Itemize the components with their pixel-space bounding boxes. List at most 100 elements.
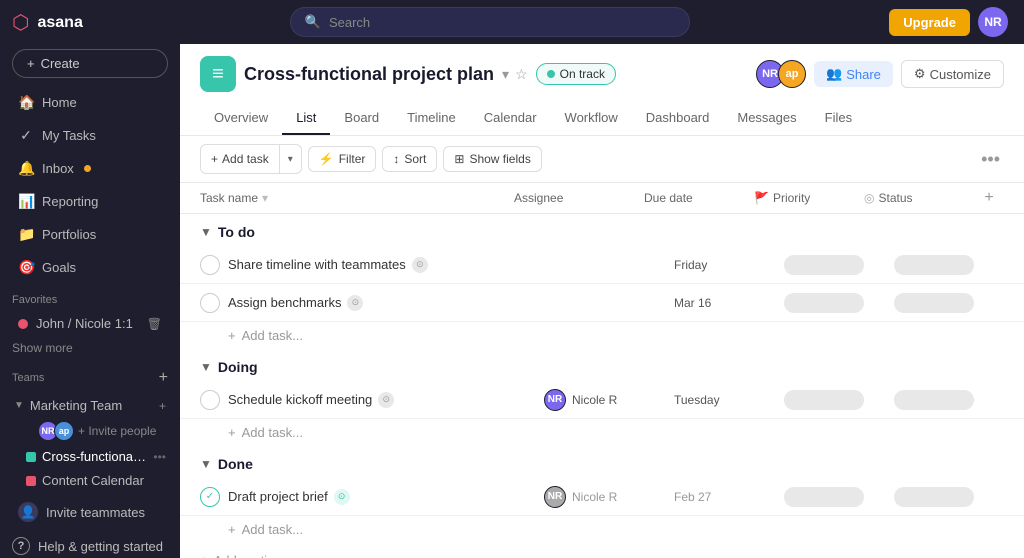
section-doing-header[interactable]: ▼ Doing	[180, 349, 1024, 381]
add-task-inline-todo[interactable]: + Add task...	[180, 322, 1024, 349]
column-headers: Task name ▾ Assignee Due date 🚩 Priority…	[180, 183, 1024, 214]
sidebar-item-home[interactable]: 🏠 Home	[6, 87, 174, 118]
col-sort-icon[interactable]: ▾	[262, 191, 268, 205]
tab-overview[interactable]: Overview	[200, 102, 282, 135]
task-name: Schedule kickoff meeting	[228, 392, 372, 407]
tab-list[interactable]: List	[282, 102, 330, 135]
star-icon[interactable]: ☆	[515, 66, 528, 83]
sidebar-item-reporting[interactable]: 📊 Reporting	[6, 186, 174, 217]
invite-teammates-item[interactable]: 👤 Invite teammates	[6, 496, 174, 528]
section-todo-title: To do	[218, 224, 255, 240]
sidebar-item-inbox[interactable]: 🔔 Inbox	[6, 153, 174, 184]
add-task-inline-done[interactable]: + Add task...	[180, 516, 1024, 543]
upgrade-button[interactable]: Upgrade	[889, 9, 970, 36]
project-item-content-calendar[interactable]: Content Calendar	[6, 469, 174, 492]
task-checkbox[interactable]	[200, 293, 220, 313]
tab-board[interactable]: Board	[330, 102, 393, 135]
avatar-ap: ap	[54, 421, 74, 441]
section-done-title: Done	[218, 456, 253, 472]
tab-files[interactable]: Files	[811, 102, 866, 135]
task-status	[894, 390, 1004, 410]
show-more-button[interactable]: Show more	[0, 337, 180, 359]
task-checkbox-done[interactable]: ✓	[200, 487, 220, 507]
chevron-down-icon: ▼	[200, 225, 212, 239]
project-title-icons: ▾ ☆	[502, 66, 528, 83]
task-name: Draft project brief	[228, 489, 328, 504]
on-track-badge[interactable]: On track	[536, 63, 616, 85]
show-fields-button[interactable]: ⊞ Show fields	[443, 146, 541, 172]
filter-button[interactable]: ⚡ Filter	[308, 146, 377, 172]
task-priority	[784, 255, 894, 275]
task-row[interactable]: Assign benchmarks ⊙ Mar 16	[180, 284, 1024, 322]
sidebar-item-john-nicole[interactable]: John / Nicole 1:1 🗑	[6, 311, 174, 336]
tab-timeline[interactable]: Timeline	[393, 102, 470, 135]
dropdown-icon[interactable]: ▾	[502, 66, 509, 83]
teams-label: Teams +	[0, 359, 180, 391]
create-button[interactable]: + Create	[12, 49, 168, 78]
add-task-inline-doing[interactable]: + Add task...	[180, 419, 1024, 446]
help-icon: ?	[12, 537, 30, 555]
task-area: Task name ▾ Assignee Due date 🚩 Priority…	[180, 183, 1024, 558]
sidebar-item-goals[interactable]: 🎯 Goals	[6, 252, 174, 283]
add-column-button[interactable]: +	[974, 189, 1004, 207]
task-checkbox[interactable]	[200, 255, 220, 275]
plus-icon: +	[228, 522, 236, 537]
chevron-down-icon: ▼	[200, 360, 212, 374]
add-task-main-button[interactable]: + Add task	[201, 147, 279, 171]
asana-logo-text: asana	[37, 14, 82, 32]
project-members: NR ap	[756, 60, 806, 88]
project-header-right: NR ap 👥 Share ⚙ Customize	[756, 60, 1004, 88]
add-project-icon[interactable]: +	[159, 399, 166, 413]
section-done-header[interactable]: ▼ Done	[180, 446, 1024, 478]
task-row[interactable]: ✓ Draft project brief ⊙ NR Nicole R Feb …	[180, 478, 1024, 516]
section-todo-header[interactable]: ▼ To do	[180, 214, 1024, 246]
trash-icon[interactable]: 🗑	[147, 317, 162, 331]
tab-calendar[interactable]: Calendar	[470, 102, 551, 135]
tab-workflow[interactable]: Workflow	[551, 102, 632, 135]
plus-icon: +	[200, 553, 208, 558]
customize-button[interactable]: ⚙ Customize	[901, 60, 1004, 88]
topbar-right: Upgrade NR	[889, 7, 1008, 37]
more-options-button[interactable]: •••	[977, 149, 1004, 170]
task-row[interactable]: Share timeline with teammates ⊙ Friday	[180, 246, 1024, 284]
chart-icon: 📊	[18, 193, 34, 210]
add-team-button[interactable]: +	[159, 369, 168, 387]
marketing-team-row[interactable]: ▼ Marketing Team +	[6, 393, 174, 418]
add-task-dropdown-button[interactable]: ▾	[280, 149, 301, 170]
project-dot-teal	[26, 452, 36, 462]
priority-pill	[784, 487, 864, 507]
sidebar-item-portfolios[interactable]: 📁 Portfolios	[6, 219, 174, 250]
task-name: Share timeline with teammates	[228, 257, 406, 272]
favorite-dot	[18, 319, 28, 329]
project-tabs: Overview List Board Timeline Calendar Wo…	[200, 102, 1004, 135]
check-icon: ✓	[18, 127, 34, 144]
add-section-button[interactable]: + Add section	[180, 543, 1024, 558]
search-box[interactable]: 🔍 Search	[290, 7, 690, 37]
task-row[interactable]: Schedule kickoff meeting ⊙ NR Nicole R T…	[180, 381, 1024, 419]
task-checkbox[interactable]	[200, 390, 220, 410]
task-due-date: Tuesday	[674, 393, 784, 407]
favorites-label: Favorites	[0, 284, 180, 310]
tab-messages[interactable]: Messages	[723, 102, 810, 135]
project-item-cross-functional[interactable]: Cross-functional pro... •••	[6, 445, 174, 468]
task-name-cell: Schedule kickoff meeting ⊙	[228, 392, 544, 408]
task-subtask-icon: ⊙	[347, 295, 363, 311]
add-task-button-group: + Add task ▾	[200, 144, 302, 174]
sidebar-item-my-tasks[interactable]: ✓ My Tasks	[6, 120, 174, 151]
tab-dashboard[interactable]: Dashboard	[632, 102, 724, 135]
share-button[interactable]: 👥 Share	[814, 61, 893, 87]
help-item[interactable]: ? Help & getting started	[0, 529, 180, 558]
project-icon: ≡	[200, 56, 236, 92]
task-status	[894, 293, 1004, 313]
invite-people-button[interactable]: NR ap + Invite people	[6, 418, 174, 444]
project-header: ≡ Cross-functional project plan ▾ ☆ On t…	[180, 44, 1024, 136]
project-more-menu[interactable]: •••	[153, 450, 166, 464]
toolbar: + Add task ▾ ⚡ Filter ↕ Sort ⊞ Show fiel…	[180, 136, 1024, 183]
user-avatar[interactable]: NR	[978, 7, 1008, 37]
col-status: ◎ Status	[864, 191, 974, 205]
plus-icon: +	[228, 425, 236, 440]
plus-icon: +	[211, 152, 218, 166]
sort-button[interactable]: ↕ Sort	[382, 146, 437, 172]
topbar: 🔍 Search Upgrade NR	[180, 0, 1024, 44]
task-priority	[784, 390, 894, 410]
